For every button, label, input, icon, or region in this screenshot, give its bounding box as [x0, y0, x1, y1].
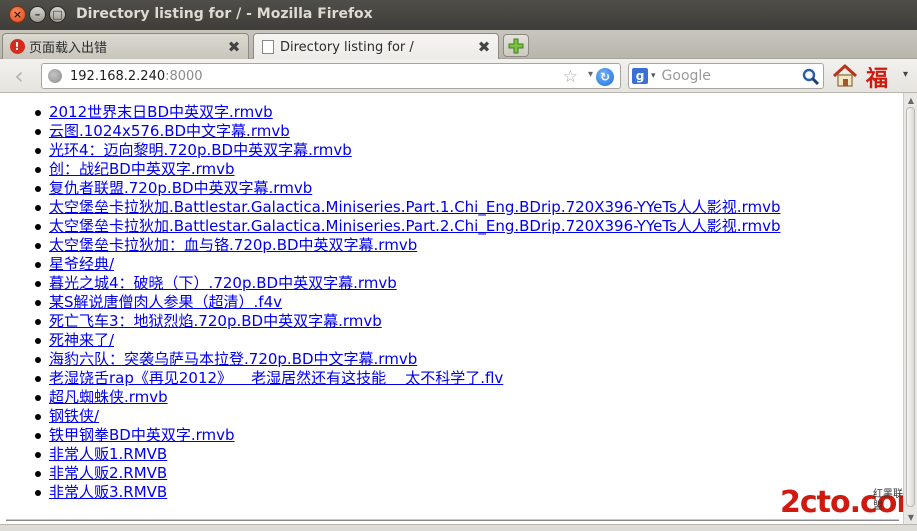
list-item: 2012世界末日BD中英双字.rmvb: [0, 103, 781, 122]
watermark-side-text: 红黑联盟: [873, 489, 903, 512]
file-link[interactable]: 非常人贩2.RMVB: [49, 464, 167, 482]
list-item: 老湿饶舌rap《再见2012》 老湿居然还有这技能 太不科学了.flv: [0, 369, 781, 388]
list-item: 星爷经典/: [0, 255, 781, 274]
file-link[interactable]: 暮光之城4：破晓（下）.720p.BD中英双字幕.rmvb: [49, 274, 397, 292]
plus-icon: [508, 38, 524, 53]
page-icon: [260, 39, 276, 55]
site-identity-icon[interactable]: [48, 69, 62, 83]
file-link[interactable]: 2012世界末日BD中英双字.rmvb: [49, 103, 273, 121]
list-item: 非常人贩3.RMVB: [0, 483, 781, 502]
directory-listing: 2012世界末日BD中英双字.rmvb 云图.1024x576.BD中文字幕.r…: [0, 103, 781, 502]
file-link[interactable]: 创：战纪BD中英双字.rmvb: [49, 160, 235, 178]
list-item: 钢铁侠/: [0, 407, 781, 426]
list-item: 太空堡垒卡拉狄加.Battlestar.Galactica.Miniseries…: [0, 198, 781, 217]
toolbar-overflow-icon[interactable]: ▾: [903, 69, 908, 80]
tab-strip: ! 页面载入出错 ✖ Directory listing for / ✖: [0, 30, 917, 60]
list-item: 海豹六队：突袭乌萨马本拉登.720p.BD中文字幕.rmvb: [0, 350, 781, 369]
list-item: 非常人贩1.RMVB: [0, 445, 781, 464]
error-icon: !: [9, 39, 25, 55]
engine-dropdown-icon[interactable]: ▾: [651, 71, 656, 81]
tab-label: Directory listing for /: [280, 39, 414, 55]
window-titlebar: × – □ Directory listing for / - Mozilla …: [0, 0, 917, 30]
file-link[interactable]: 光环4：迈向黎明.720p.BD中英双字幕.rmvb: [49, 141, 352, 159]
list-item: 某S解说唐僧肉人参果（超清）.f4v: [0, 293, 781, 312]
tab-close-icon[interactable]: ✖: [226, 38, 242, 56]
tab-label: 页面载入出错: [29, 41, 108, 56]
vertical-scrollbar[interactable]: ▲ ▼: [903, 93, 917, 524]
list-item: 死神来了/: [0, 331, 781, 350]
window-minimize-button[interactable]: –: [29, 6, 46, 23]
search-bar: g ▾: [628, 63, 824, 89]
new-tab-button[interactable]: [503, 34, 529, 57]
file-link[interactable]: 某S解说唐僧肉人参果（超清）.f4v: [49, 293, 282, 311]
window-close-button[interactable]: ×: [9, 6, 26, 23]
list-item: 死亡飞车3：地狱烈焰.720p.BD中英双字幕.rmvb: [0, 312, 781, 331]
file-link[interactable]: 复仇者联盟.720p.BD中英双字幕.rmvb: [49, 179, 312, 197]
list-item: 超凡蜘蛛侠.rmvb: [0, 388, 781, 407]
search-icon[interactable]: [802, 68, 820, 86]
list-item: 暮光之城4：破晓（下）.720p.BD中英双字幕.rmvb: [0, 274, 781, 293]
list-item: 创：战纪BD中英双字.rmvb: [0, 160, 781, 179]
file-link[interactable]: 太空堡垒卡拉狄加.Battlestar.Galactica.Miniseries…: [49, 217, 781, 235]
search-input[interactable]: [661, 68, 792, 84]
tab-load-error[interactable]: ! 页面载入出错 ✖: [2, 33, 249, 59]
folder-link[interactable]: 钢铁侠/: [49, 407, 99, 425]
back-button[interactable]: ‹: [6, 62, 32, 90]
folder-link[interactable]: 星爷经典/: [49, 255, 114, 273]
status-bar: [0, 524, 917, 531]
url-bar[interactable]: 192.168.2.240:8000 ☆ ▾ ↻: [41, 63, 621, 89]
url-port: :8000: [165, 68, 203, 84]
back-arrow-icon: ‹: [14, 62, 24, 90]
window-maximize-button[interactable]: □: [49, 6, 66, 23]
file-link[interactable]: 太空堡垒卡拉狄加：血与铬.720p.BD中英双字幕.rmvb: [49, 236, 417, 254]
file-link[interactable]: 死亡飞车3：地狱烈焰.720p.BD中英双字幕.rmvb: [49, 312, 382, 330]
window-title: Directory listing for / - Mozilla Firefo…: [76, 6, 373, 22]
list-item: 非常人贩2.RMVB: [0, 464, 781, 483]
bookmark-star-icon[interactable]: ☆: [563, 67, 578, 87]
list-item: 复仇者联盟.720p.BD中英双字幕.rmvb: [0, 179, 781, 198]
list-item: 太空堡垒卡拉狄加：血与铬.720p.BD中英双字幕.rmvb: [0, 236, 781, 255]
file-link[interactable]: 海豹六队：突袭乌萨马本拉登.720p.BD中文字幕.rmvb: [49, 350, 417, 368]
list-item: 铁甲钢拳BD中英双字.rmvb: [0, 426, 781, 445]
list-item: 太空堡垒卡拉狄加.Battlestar.Galactica.Miniseries…: [0, 217, 781, 236]
reload-icon[interactable]: ↻: [596, 68, 614, 86]
file-link[interactable]: 老湿饶舌rap《再见2012》 老湿居然还有这技能 太不科学了.flv: [49, 369, 503, 387]
scrollbar-thumb[interactable]: [906, 107, 915, 507]
file-link[interactable]: 非常人贩1.RMVB: [49, 445, 167, 463]
home-icon[interactable]: [831, 62, 859, 90]
navigation-toolbar: ‹ 192.168.2.240:8000 ☆ ▾ ↻ g ▾ 福 ▾: [0, 59, 917, 93]
list-item: 光环4：迈向黎明.720p.BD中英双字幕.rmvb: [0, 141, 781, 160]
folder-link[interactable]: 死神来了/: [49, 331, 114, 349]
file-link[interactable]: 太空堡垒卡拉狄加.Battlestar.Galactica.Miniseries…: [49, 198, 781, 216]
file-link[interactable]: 云图.1024x576.BD中文字幕.rmvb: [49, 122, 290, 140]
page-content: 2012世界末日BD中英双字.rmvb 云图.1024x576.BD中文字幕.r…: [0, 93, 903, 524]
horizontal-rule: [6, 519, 899, 521]
list-item: 云图.1024x576.BD中文字幕.rmvb: [0, 122, 781, 141]
scroll-down-icon[interactable]: ▼: [906, 512, 916, 522]
google-engine-icon[interactable]: g: [632, 68, 648, 84]
file-link[interactable]: 非常人贩3.RMVB: [49, 483, 167, 501]
file-link[interactable]: 铁甲钢拳BD中英双字.rmvb: [49, 426, 235, 444]
addon-fu-icon[interactable]: 福: [866, 61, 888, 93]
file-link[interactable]: 超凡蜘蛛侠.rmvb: [49, 388, 168, 406]
tab-close-icon[interactable]: ✖: [476, 38, 492, 56]
scroll-up-icon[interactable]: ▲: [906, 95, 916, 105]
tab-directory-listing[interactable]: Directory listing for / ✖: [253, 33, 499, 60]
url-host: 192.168.2.240: [70, 68, 166, 84]
url-history-dropdown-icon[interactable]: ▾: [588, 69, 593, 80]
